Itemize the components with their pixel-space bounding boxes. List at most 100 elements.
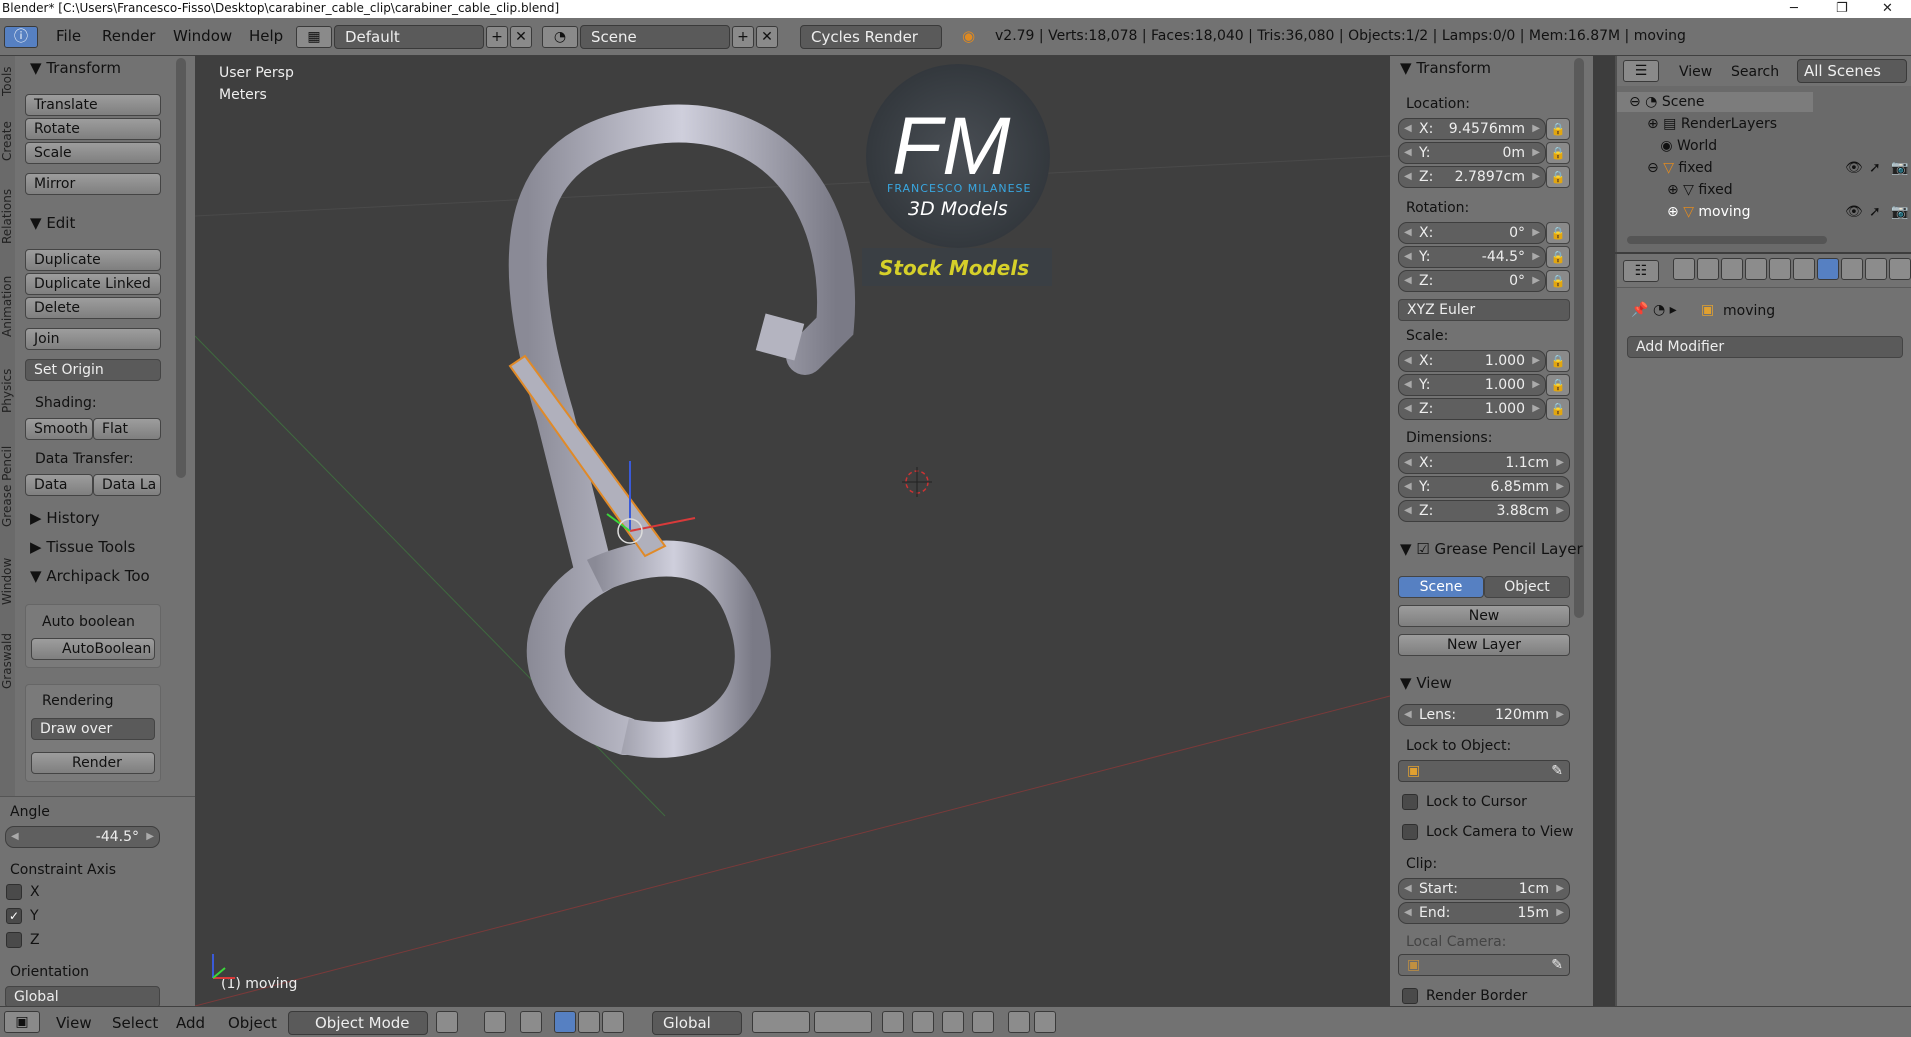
lock-scale-x-icon[interactable]: 🔒 xyxy=(1546,350,1570,372)
archipack-panel-title[interactable]: ▼ Archipack Too xyxy=(30,567,150,585)
edit-panel-title[interactable]: ▼ Edit xyxy=(30,214,75,232)
add-layout-icon[interactable]: + xyxy=(486,26,508,48)
duplicate-button[interactable]: Duplicate xyxy=(25,249,161,271)
object-tab-icon[interactable] xyxy=(1769,258,1791,280)
lock-location-z-icon[interactable]: 🔒 xyxy=(1546,166,1570,188)
outliner-view-menu[interactable]: View xyxy=(1679,64,1712,80)
lock-to-cursor-checkbox[interactable] xyxy=(1402,794,1418,810)
cursor-select-icon-moving[interactable]: ➚ xyxy=(1869,204,1881,220)
data-button[interactable]: Data xyxy=(25,474,93,496)
constraint-z-checkbox[interactable] xyxy=(6,932,22,948)
mode-dropdown[interactable]: Object Mode xyxy=(288,1011,428,1035)
data-layers-button[interactable]: Data La xyxy=(93,474,161,496)
clip-end-field[interactable]: ◀ End: 15m ▶ xyxy=(1398,902,1570,924)
viewport-scene[interactable] xyxy=(195,56,1390,1006)
remove-layout-icon[interactable]: ✕ xyxy=(510,26,532,48)
translate-button[interactable]: Translate xyxy=(25,94,161,116)
mirror-button[interactable]: Mirror xyxy=(25,173,161,195)
transform-orientation-dropdown[interactable]: Global xyxy=(652,1011,742,1035)
dimensions-z-field[interactable]: ◀ Z: 3.88cm ▶ xyxy=(1398,500,1570,522)
add-scene-icon[interactable]: + xyxy=(732,26,754,48)
tab-grease-pencil[interactable]: Grease Pencil xyxy=(0,431,15,541)
constraints-tab-icon[interactable] xyxy=(1793,258,1815,280)
lock-layers-icon[interactable] xyxy=(882,1011,904,1033)
duplicate-linked-button[interactable]: Duplicate Linked xyxy=(25,273,161,295)
translate-manipulator-icon[interactable] xyxy=(554,1011,576,1033)
gp-new-layer-button[interactable]: New Layer xyxy=(1398,634,1570,656)
texture-tab-icon[interactable] xyxy=(1889,258,1911,280)
scene-icon[interactable]: ◔ xyxy=(542,26,578,48)
set-origin-dropdown[interactable]: Set Origin xyxy=(25,359,161,381)
flat-button[interactable]: Flat xyxy=(93,418,161,440)
render-tab-icon[interactable] xyxy=(1673,258,1695,280)
viewport-shading-icon[interactable] xyxy=(436,1011,458,1033)
location-x-field[interactable]: ◀ X: 9.4576mm ▶ xyxy=(1398,118,1546,140)
tab-create[interactable]: Create xyxy=(0,111,15,171)
lens-field[interactable]: ◀ Lens: 120mm ▶ xyxy=(1398,704,1570,726)
rotation-z-field[interactable]: ◀ Z: 0° ▶ xyxy=(1398,270,1546,292)
material-tab-icon[interactable] xyxy=(1865,258,1887,280)
minimize-icon[interactable]: ─ xyxy=(1790,0,1798,17)
join-button[interactable]: Join xyxy=(25,328,161,350)
outliner-moving-item[interactable]: ⊕ ▽ moving xyxy=(1667,204,1751,220)
outliner-editor-icon[interactable]: ☰ xyxy=(1623,60,1659,82)
location-z-field[interactable]: ◀ Z: 2.7897cm ▶ xyxy=(1398,166,1546,188)
clip-start-field[interactable]: ◀ Start: 1cm ▶ xyxy=(1398,878,1570,900)
opengl-anim-icon[interactable] xyxy=(1034,1011,1056,1033)
angle-field[interactable]: ◀ -44.5° ▶ xyxy=(5,826,160,848)
outliner-scene-item[interactable]: ⊖ ◔ Scene xyxy=(1629,94,1705,110)
tab-window[interactable]: Window xyxy=(0,546,15,616)
gp-scene-button[interactable]: Scene xyxy=(1398,576,1484,598)
history-panel-title[interactable]: ▶ History xyxy=(30,509,100,527)
lock-rotation-y-icon[interactable]: 🔒 xyxy=(1546,246,1570,268)
render-layers-tab-icon[interactable] xyxy=(1697,258,1719,280)
rotation-y-field[interactable]: ◀ Y: -44.5° ▶ xyxy=(1398,246,1546,268)
lock-location-x-icon[interactable]: 🔒 xyxy=(1546,118,1570,140)
footer-select-menu[interactable]: Select xyxy=(112,1014,158,1032)
outliner-fixed-mesh-item[interactable]: ⊕ ▽ fixed xyxy=(1667,182,1733,198)
draw-over-dropdown[interactable]: Draw over xyxy=(31,718,155,740)
transform-panel-title[interactable]: ▼ Transform xyxy=(30,59,121,77)
render-border-checkbox[interactable] xyxy=(1402,988,1418,1004)
outliner-filter-dropdown[interactable]: All Scenes xyxy=(1797,59,1907,83)
local-camera-field[interactable]: ▣ ✎ xyxy=(1398,954,1570,976)
scale-z-field[interactable]: ◀ Z: 1.000 ▶ xyxy=(1398,398,1546,420)
constraint-y-checkbox[interactable]: ✓ xyxy=(6,908,22,924)
lock-scale-z-icon[interactable]: 🔒 xyxy=(1546,398,1570,420)
view-panel-title[interactable]: ▼ View xyxy=(1400,674,1452,692)
render-camera-icon-moving[interactable]: 📷 xyxy=(1891,204,1908,220)
render-button[interactable]: Render xyxy=(31,752,155,774)
proportional-edit-icon[interactable] xyxy=(912,1011,934,1033)
location-y-field[interactable]: ◀ Y: 0m ▶ xyxy=(1398,142,1546,164)
eye-icon[interactable]: 👁 xyxy=(1845,160,1863,176)
prop-transform-title[interactable]: ▼ Transform xyxy=(1400,59,1491,77)
add-modifier-dropdown[interactable]: Add Modifier xyxy=(1627,336,1903,358)
cursor-select-icon[interactable]: ➚ xyxy=(1869,160,1881,176)
lock-rotation-x-icon[interactable]: 🔒 xyxy=(1546,222,1570,244)
scale-x-field[interactable]: ◀ X: 1.000 ▶ xyxy=(1398,350,1546,372)
snap-element-icon[interactable] xyxy=(972,1011,994,1033)
screen-layout-dropdown[interactable]: Default xyxy=(334,25,484,49)
manipulator-toggle-icon[interactable] xyxy=(520,1011,542,1033)
grease-pencil-layer-title[interactable]: ▼ ☑ Grease Pencil Layer xyxy=(1400,540,1583,558)
scale-button[interactable]: Scale xyxy=(25,142,161,164)
info-editor-icon[interactable]: ⓘ xyxy=(4,26,38,48)
footer-object-menu[interactable]: Object xyxy=(228,1014,277,1032)
scale-y-field[interactable]: ◀ Y: 1.000 ▶ xyxy=(1398,374,1546,396)
smooth-button[interactable]: Smooth xyxy=(25,418,93,440)
scale-manipulator-icon[interactable] xyxy=(602,1011,624,1033)
rotation-x-field[interactable]: ◀ X: 0° ▶ xyxy=(1398,222,1546,244)
footer-add-menu[interactable]: Add xyxy=(176,1014,205,1032)
rotation-mode-dropdown[interactable]: XYZ Euler xyxy=(1398,299,1570,321)
tool-shelf-scrollbar[interactable] xyxy=(176,58,186,478)
eye-icon-moving[interactable]: 👁 xyxy=(1845,204,1863,220)
screen-layout-icon[interactable]: ▦ xyxy=(296,26,332,48)
outliner-world-item[interactable]: ◉ World xyxy=(1647,138,1717,154)
pin-icon[interactable]: 📌 xyxy=(1631,302,1648,318)
tab-graswald[interactable]: Graswald xyxy=(0,621,15,701)
orientation-dropdown[interactable]: Global xyxy=(5,986,160,1008)
tab-tools[interactable]: Tools xyxy=(0,61,15,101)
delete-button[interactable]: Delete xyxy=(25,297,161,319)
tab-physics[interactable]: Physics xyxy=(0,356,15,426)
outliner-search-menu[interactable]: Search xyxy=(1731,64,1779,80)
